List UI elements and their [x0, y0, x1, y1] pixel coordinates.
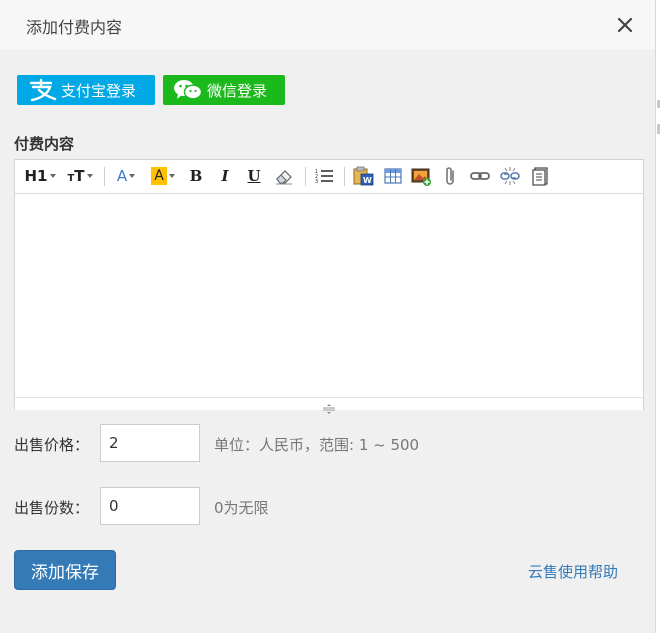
font-color-button[interactable]: A	[114, 165, 138, 187]
table-button[interactable]	[382, 165, 404, 187]
alipay-login-label: 支付宝登录	[61, 81, 137, 100]
toolbar-separator	[305, 167, 306, 186]
quantity-input[interactable]	[100, 487, 200, 525]
italic-button[interactable]: I	[215, 165, 235, 187]
quantity-hint: 0为无限	[214, 499, 269, 517]
editor-content-area[interactable]	[15, 194, 643, 397]
svg-text:3: 3	[315, 179, 318, 185]
image-button[interactable]	[411, 165, 433, 187]
attachment-button[interactable]	[441, 165, 461, 187]
svg-text:W: W	[363, 176, 372, 185]
price-label: 出售价格：	[14, 436, 90, 454]
editor-resize-bar	[15, 397, 643, 414]
ordered-list-icon: 1 2 3	[315, 169, 333, 185]
toolbar-separator	[104, 167, 105, 186]
source-icon	[532, 167, 548, 186]
underline-icon: U	[247, 167, 261, 185]
bold-button[interactable]: B	[186, 165, 206, 187]
font-color-icon: A	[116, 167, 128, 185]
dialog-title: 添加付费内容	[26, 18, 123, 37]
rich-text-editor: H1 TT A A B I U 1 2 3 W	[14, 159, 644, 414]
dialog-header: 添加付费内容	[0, 0, 655, 51]
alipay-icon	[27, 78, 57, 102]
price-hint: 单位：人民币，范围: 1 ~ 500	[214, 436, 420, 454]
close-button[interactable]	[612, 12, 638, 38]
help-link[interactable]: 云售使用帮助	[528, 561, 618, 582]
unlink-button[interactable]	[499, 165, 521, 187]
resize-handle[interactable]	[321, 399, 337, 414]
editor-toolbar: H1 TT A A B I U 1 2 3 W	[15, 160, 643, 194]
ordered-list-button[interactable]: 1 2 3	[313, 165, 335, 187]
attachment-icon	[446, 167, 454, 185]
paid-content-label: 付费内容	[14, 135, 75, 153]
close-icon	[617, 17, 633, 33]
link-button[interactable]	[469, 165, 491, 187]
wechat-login-label: 微信登录	[207, 81, 268, 100]
font-size-button[interactable]: TT	[65, 165, 95, 187]
paste-word-icon: W	[353, 166, 374, 186]
add-paid-content-dialog: 添加付费内容 支付宝登录 微信登录 付费内容 H1 T T A A B I U …	[0, 0, 656, 633]
background-color-button[interactable]: A	[148, 165, 178, 187]
quantity-label: 出售份数：	[14, 499, 90, 517]
background-page-edge	[656, 0, 661, 633]
toolbar-separator	[344, 167, 345, 186]
link-icon	[470, 172, 490, 180]
bold-icon: B	[189, 167, 203, 185]
background-color-icon: A	[151, 167, 167, 185]
italic-icon: I	[221, 167, 229, 185]
source-button[interactable]	[529, 165, 551, 187]
heading-button[interactable]: H1	[23, 165, 57, 187]
price-input[interactable]	[100, 424, 200, 462]
eraser-icon	[276, 170, 292, 185]
paste-word-button[interactable]: W	[352, 165, 374, 187]
alipay-login-button[interactable]: 支付宝登录	[17, 75, 155, 105]
wechat-login-button[interactable]: 微信登录	[163, 75, 285, 105]
heading-icon: H1	[24, 167, 48, 185]
wechat-icon	[173, 78, 203, 102]
table-icon	[384, 168, 402, 184]
add-save-button[interactable]: 添加保存	[14, 550, 116, 590]
eraser-button[interactable]	[273, 165, 295, 187]
resize-icon	[323, 404, 335, 414]
font-size-icon: TT	[67, 167, 85, 185]
underline-button[interactable]: U	[244, 165, 264, 187]
unlink-icon	[500, 167, 520, 185]
image-icon	[411, 168, 431, 186]
